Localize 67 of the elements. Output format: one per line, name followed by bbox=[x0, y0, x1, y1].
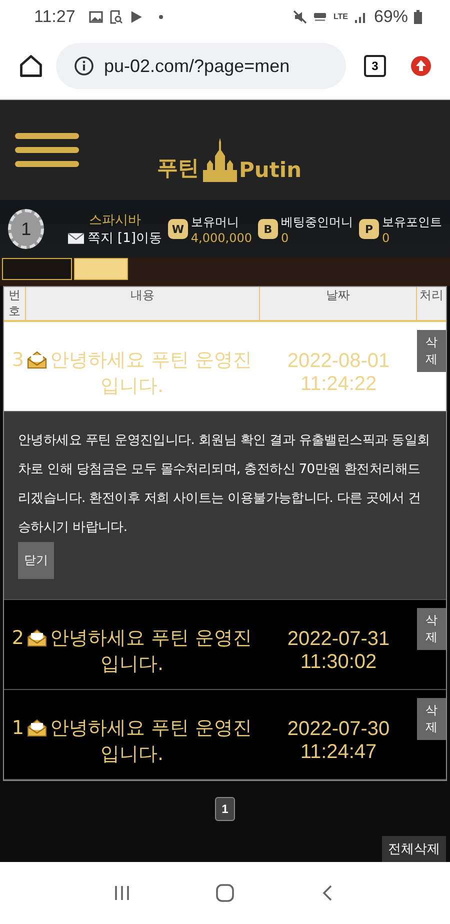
row-number: 1 bbox=[12, 716, 24, 738]
column-header: 처리 bbox=[418, 287, 444, 304]
message-title: 입니다. bbox=[100, 652, 164, 676]
delete-button[interactable]: 삭제 bbox=[417, 698, 446, 740]
wallet-value: 4,000,000 bbox=[190, 230, 252, 244]
column-header: 내용 bbox=[26, 287, 260, 320]
tab-background bbox=[74, 258, 128, 280]
user-name: 스파시바 bbox=[89, 212, 142, 229]
message-row[interactable]: 2 안녕하세요 푸틴 운영진입니다. 2022-07-31 11:30:02 삭제 bbox=[4, 600, 446, 690]
logo-text: 푸틴 bbox=[157, 155, 199, 182]
wallet-value: 0 bbox=[382, 230, 391, 244]
wallet-label: 보유머니 bbox=[190, 214, 240, 230]
wallet-badge-icon: B bbox=[258, 219, 278, 239]
logo-text: Putin bbox=[239, 158, 302, 182]
envelope-icon bbox=[27, 628, 47, 646]
message-date: 2022-07-31 bbox=[287, 628, 390, 650]
battery-percent: 69% bbox=[374, 6, 408, 26]
message-title: 입니다. bbox=[100, 742, 164, 766]
wallet-label: 보유포인트 bbox=[382, 214, 442, 230]
document-search-icon bbox=[109, 10, 124, 24]
battery-icon bbox=[414, 10, 422, 24]
column-header: 번호 bbox=[4, 287, 26, 320]
messages-link[interactable]: 쪽지 [1]이동 bbox=[68, 229, 162, 247]
message-row[interactable]: 1 안녕하세요 푸틴 운영진입니다. 2022-07-30 11:24:47 삭제 bbox=[4, 690, 446, 780]
play-store-icon bbox=[129, 10, 144, 24]
tab-background bbox=[2, 258, 72, 280]
delete-button[interactable]: 삭제 bbox=[417, 330, 446, 372]
message-date: 2022-07-30 bbox=[287, 718, 390, 740]
envelope-icon bbox=[68, 232, 84, 244]
message-time: 11:24:22 bbox=[300, 372, 377, 396]
row-number: 3 bbox=[12, 348, 24, 370]
address-bar[interactable]: pu-02.com/?page=men bbox=[56, 43, 346, 89]
menu-icon[interactable] bbox=[15, 133, 79, 167]
wallet-label: 베팅중인머니 bbox=[281, 214, 353, 230]
home-icon[interactable] bbox=[18, 53, 44, 79]
hd-voice-icon bbox=[313, 12, 328, 22]
row-number: 2 bbox=[12, 626, 24, 648]
wallet-value: 0 bbox=[281, 230, 290, 244]
network-type: LTE bbox=[333, 12, 348, 21]
message-body: 안녕하세요 푸틴 운영진입니다. 회원님 확인 결과 유출밸런스픽과 동일회차로 인해 당첨금은 모두 몰수처리되며, 충전하신 70만원 환전처리해드리겠습니다. 환전이후 저희 사이트는 이용불가능합니다. 다른 곳에서 건승하시기 바랍니다. bbox=[18, 432, 431, 537]
delete-button[interactable]: 삭제 bbox=[417, 608, 446, 650]
level-chip-icon: 1 bbox=[8, 209, 44, 249]
envelope-icon bbox=[27, 350, 47, 368]
message-row[interactable]: 3 안녕하세요 푸틴 운영진입니다. 2022-08-01 11:24:22 삭제 bbox=[4, 322, 446, 412]
wallet-badge-icon: W bbox=[168, 219, 188, 239]
message-title: 입니다. bbox=[100, 374, 164, 398]
delete-all-button[interactable]: 전체삭제 bbox=[382, 836, 446, 862]
message-title: 안녕하세요 푸틴 운영진 bbox=[50, 626, 252, 650]
wallet-badge-icon: P bbox=[359, 219, 379, 239]
message-title: 안녕하세요 푸틴 운영진 bbox=[50, 716, 252, 740]
clock-time: 11:27 bbox=[34, 6, 76, 26]
url-text: pu-02.com/?page=men bbox=[104, 56, 290, 76]
message-date: 2022-08-01 bbox=[287, 350, 390, 372]
page-button[interactable]: 1 bbox=[215, 797, 235, 821]
tab-count-button[interactable]: 3 bbox=[364, 55, 386, 77]
mute-icon bbox=[293, 10, 308, 24]
column-header: 날짜 bbox=[260, 287, 417, 320]
castle-icon bbox=[201, 138, 237, 182]
message-title: 안녕하세요 푸틴 운영진 bbox=[50, 348, 252, 372]
message-time: 11:24:47 bbox=[300, 740, 377, 764]
message-time: 11:30:02 bbox=[300, 650, 377, 674]
image-icon bbox=[89, 10, 104, 24]
upload-icon[interactable] bbox=[410, 55, 432, 77]
info-icon bbox=[74, 56, 94, 76]
dot-icon bbox=[159, 14, 164, 18]
close-button[interactable]: 닫기 bbox=[18, 542, 54, 579]
envelope-icon bbox=[27, 718, 47, 736]
